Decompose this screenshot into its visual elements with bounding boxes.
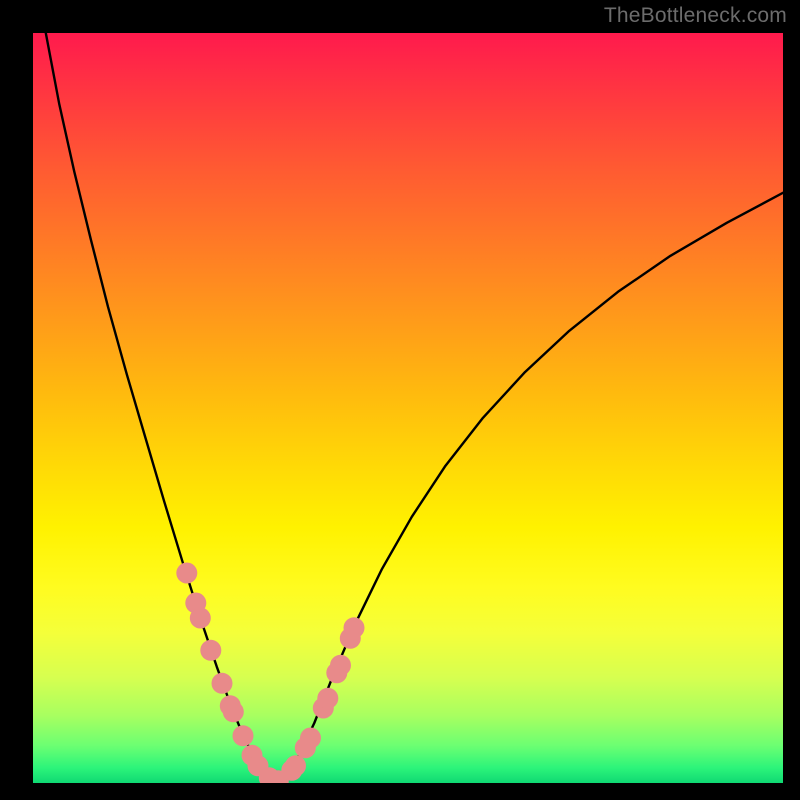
curve-svg [33,33,783,783]
marker-dot [176,563,197,584]
watermark-label: TheBottleneck.com [604,4,787,28]
marker-dot [330,655,351,676]
bottleneck-curve [46,33,783,781]
chart-frame: TheBottleneck.com [0,0,800,800]
marker-dot [200,640,221,661]
marker-dot [223,701,244,722]
marker-dot [344,617,365,638]
plot-area [33,33,783,783]
marker-dot [212,673,233,694]
marker-dot [300,728,321,749]
marker-dot [233,725,254,746]
marker-dot [285,755,306,776]
marker-group [176,563,364,784]
marker-dot [317,688,338,709]
marker-dot [190,608,211,629]
